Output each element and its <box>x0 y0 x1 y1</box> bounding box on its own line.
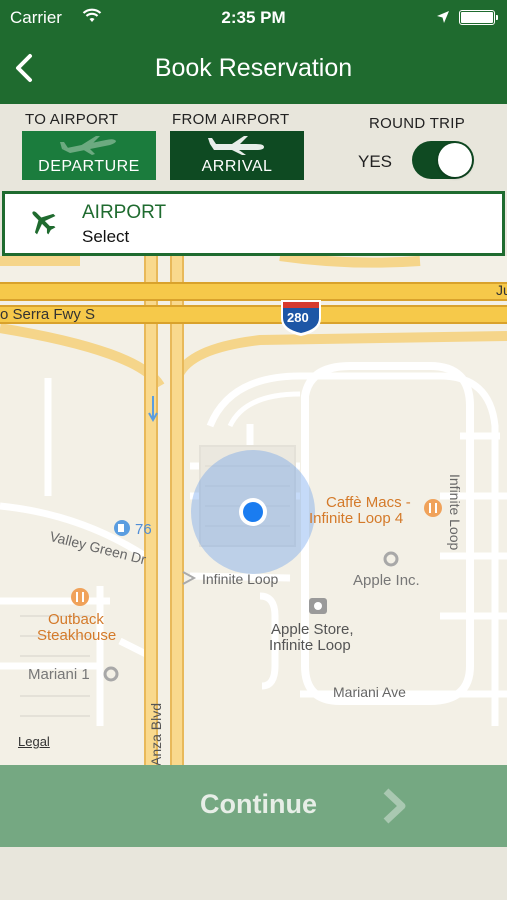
map-view[interactable]: Ju o Serra Fwy S 280 76 Valley Green Dr … <box>0 256 507 766</box>
anza-blvd-lane-2 <box>172 256 182 766</box>
road-label-serra-fwy: o Serra Fwy S <box>0 306 96 323</box>
arrival-button[interactable]: ARRIVAL <box>170 131 304 180</box>
cafe-icon <box>424 499 442 517</box>
gas-station-icon <box>114 520 130 536</box>
continue-button[interactable]: Continue <box>0 765 507 847</box>
airport-value: Select <box>82 227 130 246</box>
airplane-icon <box>27 206 57 241</box>
to-airport-label: TO AIRPORT <box>25 111 119 128</box>
mariani-marker-icon <box>103 666 119 682</box>
navigation-bar: Book Reservation <box>0 34 507 104</box>
trip-options: TO AIRPORT FROM AIRPORT DEPARTURE ARRIVA… <box>0 104 507 190</box>
airport-heading: AIRPORT <box>82 202 167 223</box>
current-location-indicator <box>191 450 315 574</box>
anza-blvd-lane-1 <box>146 256 156 766</box>
poi-outback-line2: Steakhouse <box>37 627 117 644</box>
round-trip-label: ROUND TRIP <box>369 115 466 132</box>
status-bar: Carrier 2:35 PM <box>0 0 507 34</box>
from-airport-label: FROM AIRPORT <box>172 111 290 128</box>
road-label-infinite-loop: Infinite Loop <box>202 571 279 587</box>
apple-inc-marker-icon <box>383 551 399 567</box>
arriving-plane-icon <box>206 134 268 161</box>
departing-plane-icon <box>58 134 120 161</box>
bottom-strip <box>0 847 507 900</box>
poi-caffe-macs-line2: Infinite Loop 4 <box>309 510 404 527</box>
poi-outback[interactable]: Outback <box>48 611 104 628</box>
gas-price-label: 76 <box>135 521 152 538</box>
departure-button[interactable]: DEPARTURE <box>22 131 156 180</box>
continue-label: Continue <box>200 789 317 819</box>
road-label-infinite-loop-vertical: Infinite Loop <box>447 474 463 551</box>
clock: 2:35 PM <box>221 8 286 27</box>
poi-caffe-macs[interactable]: Caffè Macs - <box>326 494 411 511</box>
page-title: Book Reservation <box>154 54 353 82</box>
road-label-ju: Ju <box>496 282 507 298</box>
map-graphics <box>0 256 507 766</box>
poi-apple-inc[interactable]: Apple Inc. <box>353 572 420 589</box>
round-trip-value: YES <box>358 152 393 171</box>
road-label-anza-blvd: Anza Blvd <box>148 702 164 766</box>
poi-apple-store[interactable]: Apple Store, <box>271 621 354 638</box>
departure-label: DEPARTURE <box>38 158 140 175</box>
road-label-mariani-ave: Mariani Ave <box>333 684 406 700</box>
arrival-label: ARRIVAL <box>201 158 273 175</box>
location-arrow-icon <box>436 10 450 29</box>
apple-store-icon <box>309 598 327 614</box>
poi-apple-store-line2: Infinite Loop <box>269 637 351 654</box>
shield-number: 280 <box>287 310 309 325</box>
round-trip-toggle[interactable] <box>412 141 474 179</box>
poi-mariani-1[interactable]: Mariani 1 <box>28 666 90 683</box>
toggle-knob <box>438 143 472 177</box>
legal-link[interactable]: Legal <box>18 734 50 749</box>
chevron-right-icon <box>380 787 408 830</box>
airport-select[interactable]: AIRPORT Select <box>2 191 505 256</box>
restaurant-icon <box>71 588 89 606</box>
battery-icon <box>459 10 498 25</box>
